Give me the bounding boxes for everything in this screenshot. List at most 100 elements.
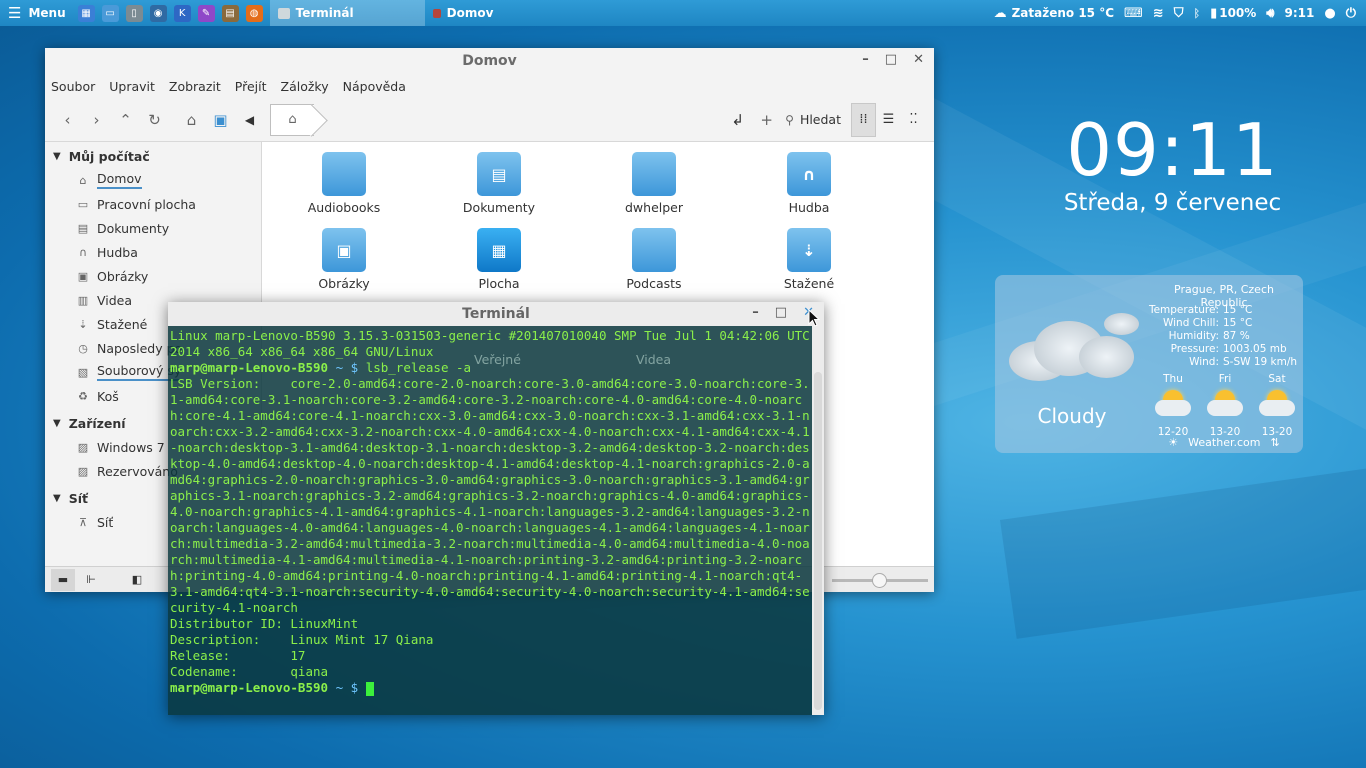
- sidebar-section[interactable]: ▼ Můj počítač: [45, 144, 261, 168]
- weather-detail-value: 15 °C: [1223, 317, 1253, 329]
- folder-item[interactable]: Audiobooks: [284, 149, 404, 215]
- task-label: Domov: [446, 6, 494, 20]
- image-viewer-icon[interactable]: ▤: [221, 4, 239, 22]
- forecast-day-label: Thu: [1163, 373, 1183, 385]
- music-icon: ∩: [78, 245, 88, 259]
- menu-item[interactable]: Nápověda: [343, 79, 406, 94]
- task-label: Terminál: [295, 6, 354, 20]
- new-folder-icon[interactable]: +: [752, 111, 781, 129]
- sidebar-item[interactable]: ▭ Pracovní plocha: [45, 192, 261, 216]
- sidebar-item[interactable]: ∩ Hudba: [45, 240, 261, 264]
- sidebar-item[interactable]: ▣ Obrázky: [45, 264, 261, 288]
- folder-item[interactable]: ∩ Hudba: [749, 149, 869, 215]
- prompt-path: ~ $: [328, 680, 366, 695]
- user-icon[interactable]: ●: [1324, 6, 1335, 21]
- computer-icon[interactable]: ▣: [206, 111, 235, 129]
- home-button-icon[interactable]: ⌂: [177, 111, 206, 129]
- volume-icon[interactable]: 🔊︎: [1266, 6, 1274, 21]
- files-icon[interactable]: ▭: [101, 4, 119, 22]
- power-icon[interactable]: ⏻: [1346, 6, 1356, 21]
- recent-icon: ◷: [78, 341, 88, 355]
- sidebar-item-label: Pracovní plocha: [97, 196, 196, 212]
- home-crumb-icon: ⌂: [288, 112, 297, 127]
- sidebar-item[interactable]: ⌂ Domov: [45, 168, 261, 192]
- task-domov[interactable]: Domov: [425, 0, 502, 26]
- forecast-day: Thu 12-20: [1147, 373, 1199, 438]
- icon-view-icon[interactable]: ⁞⁞: [851, 102, 876, 137]
- downloads-icon: ⇣: [78, 317, 88, 331]
- folder-item[interactable]: ▦ Plocha: [439, 225, 559, 291]
- menu-button[interactable]: ☰ Menu: [0, 0, 76, 26]
- menu-item[interactable]: Zobrazit: [169, 79, 221, 94]
- weather-detail-row: Wind Chill: 15 °C: [1145, 317, 1297, 330]
- terminal-launcher-icon[interactable]: ▯: [125, 4, 143, 22]
- pictures-icon: ▣: [77, 269, 89, 283]
- forecast-day: Fri 13-20: [1199, 373, 1251, 438]
- mouse-pointer-icon: [808, 309, 821, 327]
- clock-date: Středa, 9 červenec: [1063, 190, 1282, 216]
- menu-item[interactable]: Upravit: [109, 79, 155, 94]
- tree-view-icon[interactable]: ⊩: [79, 569, 103, 591]
- folder-item[interactable]: ▣ Obrázky: [284, 225, 404, 291]
- kodi-icon[interactable]: K: [173, 4, 191, 22]
- weather-applet[interactable]: ☁ Zataženo 15 °C: [994, 6, 1114, 21]
- folder-item[interactable]: ▤ Dokumenty: [439, 149, 559, 215]
- maximize-button[interactable]: □: [775, 305, 787, 320]
- prompt-path: ~ $: [328, 360, 366, 375]
- camera-icon[interactable]: ◉: [149, 4, 167, 22]
- weather-provider[interactable]: Weather.com: [1188, 436, 1260, 449]
- terminal-scrollbar[interactable]: [814, 372, 822, 710]
- menu-item[interactable]: Záložky: [281, 79, 329, 94]
- folder-label: Stažené: [783, 276, 835, 291]
- zoom-slider[interactable]: [832, 573, 928, 588]
- calculator-icon[interactable]: ▦: [77, 4, 95, 22]
- menu-item[interactable]: Přejít: [235, 79, 267, 94]
- shield-icon[interactable]: ⛉: [1174, 6, 1184, 21]
- back-icon[interactable]: ‹: [53, 111, 82, 129]
- search-button[interactable]: ⚲ Hledat: [785, 112, 841, 127]
- folder-label: Obrázky: [318, 276, 370, 291]
- section-title: Zařízení: [68, 415, 126, 431]
- panel-clock[interactable]: 9:11: [1285, 6, 1315, 20]
- close-button[interactable]: ✕: [913, 52, 924, 67]
- folder-item[interactable]: dwhelper: [594, 149, 714, 215]
- forward-icon[interactable]: ›: [82, 111, 111, 129]
- task-terminal[interactable]: Terminál: [269, 0, 425, 26]
- system-tray: ☁ Zataženo 15 °C ⌨ ≋ ⛉ ᛒ ▮ 100% 🔊︎ 9:11 …: [994, 0, 1366, 26]
- minimize-button[interactable]: –: [862, 52, 869, 67]
- lsb-version-line: LSB Version: core-2.0-amd64:core-2.0-noa…: [170, 376, 810, 615]
- breadcrumb-home[interactable]: ⌂: [270, 103, 314, 136]
- refresh-icon[interactable]: ⇅: [1270, 436, 1279, 449]
- compact-view-icon[interactable]: ⁚⁚: [901, 103, 926, 137]
- sidebar-item[interactable]: ▤ Dokumenty: [45, 216, 261, 240]
- folder-item[interactable]: ⇣ Stažené: [749, 225, 869, 291]
- path-toggle-icon[interactable]: ◀: [235, 113, 264, 127]
- terminal-window: Terminál – □ ✕ Veřejné VideaLinux marp-Le…: [168, 302, 824, 715]
- wifi-icon[interactable]: ≋: [1153, 6, 1164, 21]
- section-title: Můj počítač: [68, 148, 150, 164]
- terminal-titlebar[interactable]: Terminál – □ ✕: [168, 302, 824, 326]
- uname-output: Linux marp-Lenovo-B590 3.15.3-031503-gen…: [170, 328, 810, 359]
- keyboard-icon[interactable]: ⌨: [1124, 6, 1143, 21]
- folder-item[interactable]: Podcasts: [594, 225, 714, 291]
- zoom-slider-knob[interactable]: [872, 573, 887, 588]
- sidebar-hide-icon[interactable]: ◧: [125, 569, 149, 591]
- terminal-title: Terminál: [462, 306, 530, 322]
- places-toggle-icon[interactable]: ▬: [51, 568, 75, 591]
- firefox-icon[interactable]: ◍: [245, 4, 263, 22]
- ghost-folder-label: Veřejné: [474, 352, 521, 367]
- paint-icon[interactable]: ✎: [197, 4, 215, 22]
- maximize-button[interactable]: □: [885, 52, 897, 67]
- up-icon[interactable]: ⌃: [111, 111, 140, 129]
- list-view-icon[interactable]: ☰: [876, 103, 901, 137]
- weather-detail-row: Pressure: 1003.05 mb: [1145, 343, 1297, 356]
- file-manager-titlebar[interactable]: Domov – □ ✕: [45, 48, 934, 74]
- menu-item[interactable]: Soubor: [51, 79, 95, 94]
- battery-applet[interactable]: ▮ 100%: [1210, 6, 1256, 21]
- reload-icon[interactable]: ↻: [140, 111, 169, 129]
- open-terminal-icon[interactable]: ↲: [723, 111, 752, 129]
- terminal-output[interactable]: Veřejné Videa Linux marp-Lenovo-B590 3.15.…: [168, 326, 824, 715]
- bluetooth-icon[interactable]: ᛒ: [1193, 7, 1200, 20]
- minimize-button[interactable]: –: [752, 305, 759, 320]
- folder-icon: ⇣: [787, 225, 831, 272]
